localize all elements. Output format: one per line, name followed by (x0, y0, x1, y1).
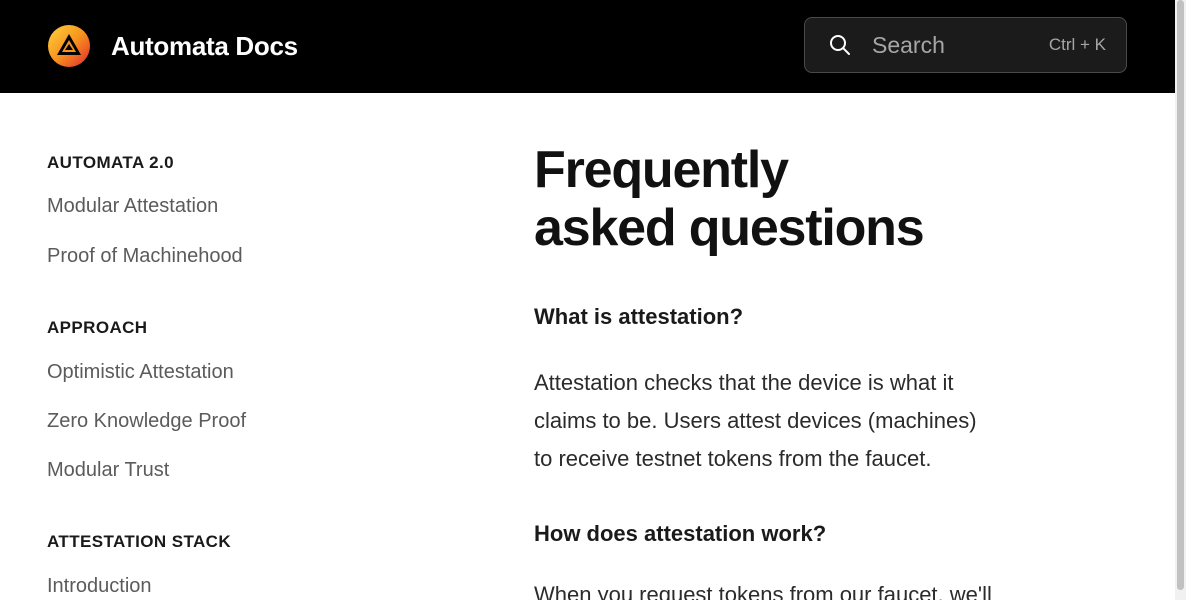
search-shortcut-hint: Ctrl + K (1048, 35, 1106, 54)
search-placeholder: Search (872, 31, 945, 58)
page-title-line-1: Frequently (534, 141, 789, 199)
sidebar-item-modular-trust[interactable]: Modular Trust (47, 459, 169, 482)
faq-answer-1-line-2: claims to be. Users attest devices (mach… (534, 408, 977, 433)
search-box[interactable]: Search Ctrl + K (804, 17, 1127, 73)
faq-answer-2: When you request tokens from our faucet,… (534, 576, 1044, 600)
site-title: Automata Docs (111, 30, 298, 61)
sidebar-item-modular-attestation[interactable]: Modular Attestation (47, 195, 218, 218)
sidebar-item-optimistic-attestation[interactable]: Optimistic Attestation (47, 361, 234, 384)
sidebar-item-proof-of-machinehood[interactable]: Proof of Machinehood (47, 245, 243, 268)
home-link[interactable]: Automata Docs (47, 24, 298, 68)
faq-question-1: What is attestation? (534, 304, 744, 329)
sidebar-heading-approach: APPROACH (47, 318, 148, 337)
scrollbar-thumb[interactable] (1177, 0, 1184, 590)
sidebar-heading-attestation-stack: ATTESTATION STACK (47, 532, 232, 551)
sidebar-item-introduction[interactable]: Introduction (47, 575, 152, 598)
faq-answer-1: Attestation checks that the device is wh… (534, 364, 1044, 478)
page-title-line-2: asked questions (534, 199, 925, 257)
page-title: Frequently asked questions (534, 141, 1014, 257)
page-scrollbar[interactable] (1175, 0, 1186, 600)
faq-answer-1-line-1: Attestation checks that the device is wh… (534, 370, 954, 395)
faq-question-2: How does attestation work? (534, 521, 827, 546)
top-navigation-bar: Automata Docs Search Ctrl + K (0, 0, 1175, 93)
docs-page: Automata Docs Search Ctrl + K AUTOMATA 2… (0, 0, 1186, 600)
search-icon (830, 35, 850, 55)
faq-answer-1-line-3: to receive testnet tokens from the fauce… (534, 446, 932, 471)
faq-answer-2-line-1: When you request tokens from our faucet,… (534, 582, 992, 600)
sidebar-heading-automata: AUTOMATA 2.0 (47, 153, 174, 172)
sidebar-item-zero-knowledge-proof[interactable]: Zero Knowledge Proof (47, 410, 246, 433)
automata-logo-icon (48, 25, 90, 67)
